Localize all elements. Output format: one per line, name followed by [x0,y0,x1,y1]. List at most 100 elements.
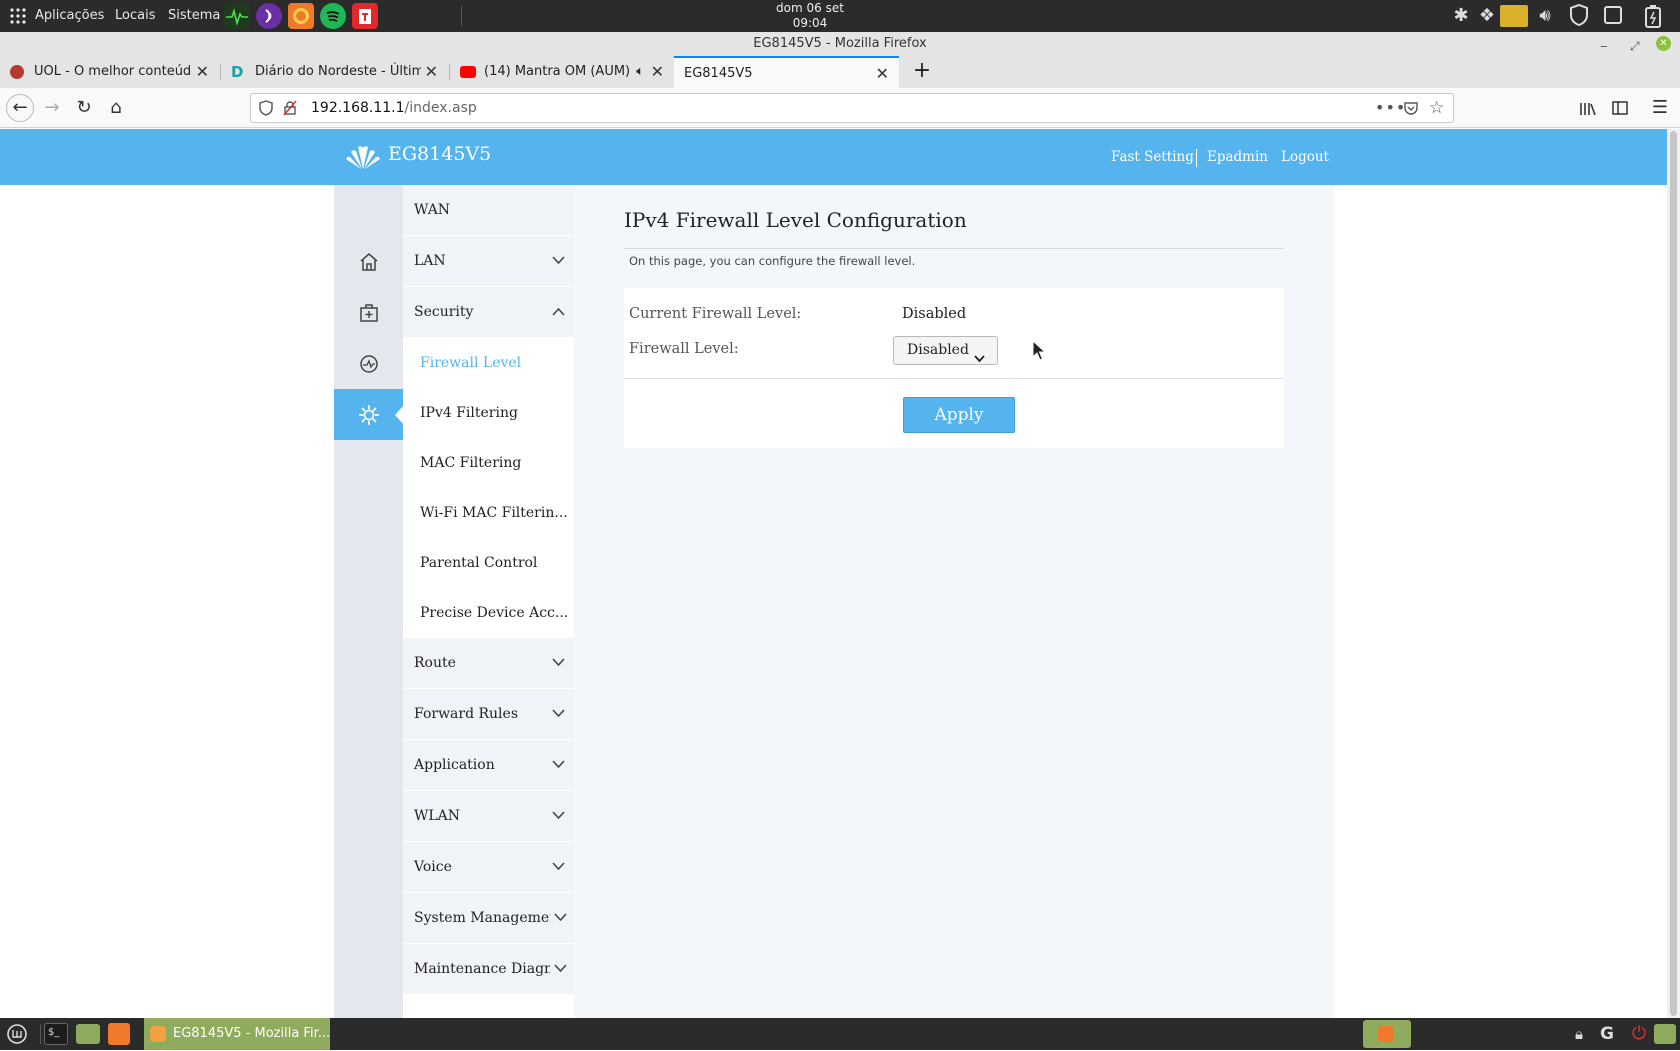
menu-lan[interactable]: LAN [403,236,574,287]
terminal-icon[interactable]: $_ [44,1023,68,1045]
reload-button[interactable]: ↻ [70,94,98,122]
chevron-down-icon [552,842,566,892]
nav-home[interactable] [334,236,403,287]
submenu-parental-control[interactable]: Parental Control [403,538,574,588]
submenu-precise-device-access[interactable]: Precise Device Acc... [403,588,574,638]
bottom-taskbar: $_ EG8145V5 - Mozilla Fir... 🔒︎ G ⏻ [0,1018,1680,1050]
clock-date: dom 06 set [776,1,844,15]
tab-uol[interactable]: UOL - O melhor conteúdo ✕ [0,56,219,88]
menu-route[interactable]: Route [403,638,574,689]
submenu-wifi-mac-filtering[interactable]: Wi-Fi MAC Filterin... [403,488,574,538]
settings-submenu: WAN LAN Security Firewall Level IPv4 Fil… [403,185,574,1018]
current-level-label: Current Firewall Level: [629,306,802,322]
url-host: 192.168.11.1 [311,100,405,116]
tab-eg8145v5[interactable]: EG8145V5 ✕ [674,56,899,88]
menu-voice[interactable]: Voice [403,842,574,893]
power-icon[interactable]: ⏻ [1626,1021,1652,1047]
files-icon[interactable] [76,1024,100,1044]
menu-security[interactable]: Security [403,287,574,338]
menu-locais[interactable]: Locais [115,8,155,23]
spotify-launcher-icon[interactable] [320,3,346,29]
pocket-icon[interactable] [1403,94,1419,122]
close-tab-icon[interactable]: ✕ [646,56,664,88]
menu-system-management[interactable]: System Managemen [403,893,574,944]
diario-icon: D [231,63,244,81]
site-info-icon[interactable] [259,94,273,122]
menu-aplicacoes[interactable]: Aplicações [35,8,104,23]
url-bar[interactable]: 192.168.11.1/index.asp ••• ☆ [250,93,1454,123]
clock[interactable]: dom 06 set 09:04 [760,1,860,31]
close-tab-icon[interactable]: ✕ [876,58,889,88]
volume-icon[interactable]: 🔊︎ [1532,3,1558,29]
menu-application[interactable]: Application [403,740,574,791]
sidebar-toggle-icon[interactable] [1606,94,1634,122]
url-text[interactable]: 192.168.11.1/index.asp [311,94,477,122]
apps-grid-icon[interactable] [10,8,26,28]
firefox-launcher-icon[interactable] [288,3,314,29]
tab-youtube[interactable]: (14) Mantra OM (AUM) - 🔈︎ ✕ [450,56,674,88]
fast-setting-link[interactable]: Fast Setting [1111,149,1194,165]
forward-button[interactable]: → [38,94,66,122]
page-actions-icon[interactable]: ••• [1375,94,1406,122]
panel-separator [461,6,462,26]
menu-forward-rules[interactable]: Forward Rules [403,689,574,740]
submenu-firewall-level[interactable]: Firewall Level [403,338,574,388]
menu-wlan[interactable]: WLAN [403,791,574,842]
huawei-logo-icon [344,143,382,171]
menu-label: Maintenance Diagno [414,961,562,977]
document-scanner-launcher-icon[interactable] [352,3,378,29]
mint-menu-icon[interactable] [4,1021,30,1047]
submenu-mac-filtering[interactable]: MAC Filtering [403,438,574,488]
maximize-icon[interactable]: ⤢ [1630,34,1640,58]
home-button[interactable]: ⌂ [102,94,130,122]
close-window-icon[interactable]: ✕ [1656,36,1671,51]
network-icon[interactable] [1600,3,1626,29]
nav-diagnose[interactable] [334,338,403,389]
nav-settings[interactable] [334,389,404,440]
workspace-switcher[interactable] [1363,1020,1411,1048]
menu-sistema[interactable]: Sistema [168,8,220,23]
page-scrollbar[interactable] [1667,129,1680,1018]
menu-maintenance-diagnosis[interactable]: Maintenance Diagno [403,944,574,995]
bookmark-star-icon[interactable]: ☆ [1429,94,1444,122]
library-icon[interactable] [1574,94,1602,122]
tab-diario[interactable]: D Diário do Nordeste - Última ✕ [221,56,448,88]
scrollbar-thumb[interactable] [1670,131,1677,1016]
taskbar-window-firefox[interactable]: EG8145V5 - Mozilla Fir... [144,1018,330,1050]
menu-label: Security [414,304,474,320]
show-desktop-icon[interactable] [1654,1024,1676,1044]
clock-time: 09:04 [792,16,828,30]
dropbox-icon[interactable]: ❖ [1474,3,1500,29]
hamburger-menu-icon[interactable]: ☰ [1646,94,1674,122]
nav-advanced[interactable] [334,287,403,338]
insecure-connection-icon[interactable] [283,94,297,122]
back-button[interactable]: ← [6,94,34,122]
logout-link[interactable]: Logout [1281,149,1329,165]
display-settings-icon[interactable] [1500,5,1528,27]
system-monitor-launcher-icon[interactable] [224,3,250,29]
battery-icon[interactable] [1640,3,1666,29]
page-title: IPv4 Firewall Level Configuration [624,208,967,232]
firewall-level-select[interactable]: Disabled [893,336,998,365]
tab-label: Diário do Nordeste - Última [255,64,433,79]
speaker-icon[interactable]: 🔈︎ [632,56,644,88]
user-link[interactable]: Epadmin [1207,149,1268,165]
mouse-cursor-icon [1032,339,1047,366]
podcast-launcher-icon[interactable] [256,3,282,29]
new-tab-button[interactable]: + [906,56,938,88]
close-tab-icon[interactable]: ✕ [191,56,209,88]
firefox-icon [150,1026,166,1042]
apply-button[interactable]: Apply [903,397,1015,433]
lock-icon[interactable]: 🔒︎ [1566,1021,1592,1047]
submenu-ipv4-filtering[interactable]: IPv4 Filtering [403,388,574,438]
firewall-level-label: Firewall Level: [629,341,739,357]
menu-label: Application [414,757,495,773]
main-content: IPv4 Firewall Level Configuration On thi… [574,185,1334,1018]
close-tab-icon[interactable]: ✕ [420,56,438,88]
firefox-taskbar-icon[interactable] [108,1023,130,1045]
minimize-icon[interactable]: ‒ [1600,34,1608,58]
google-icon[interactable]: G [1594,1021,1620,1047]
bluetooth-icon[interactable]: ✱ [1448,3,1474,29]
shield-icon[interactable] [1566,3,1592,29]
menu-wan[interactable]: WAN [403,185,574,236]
